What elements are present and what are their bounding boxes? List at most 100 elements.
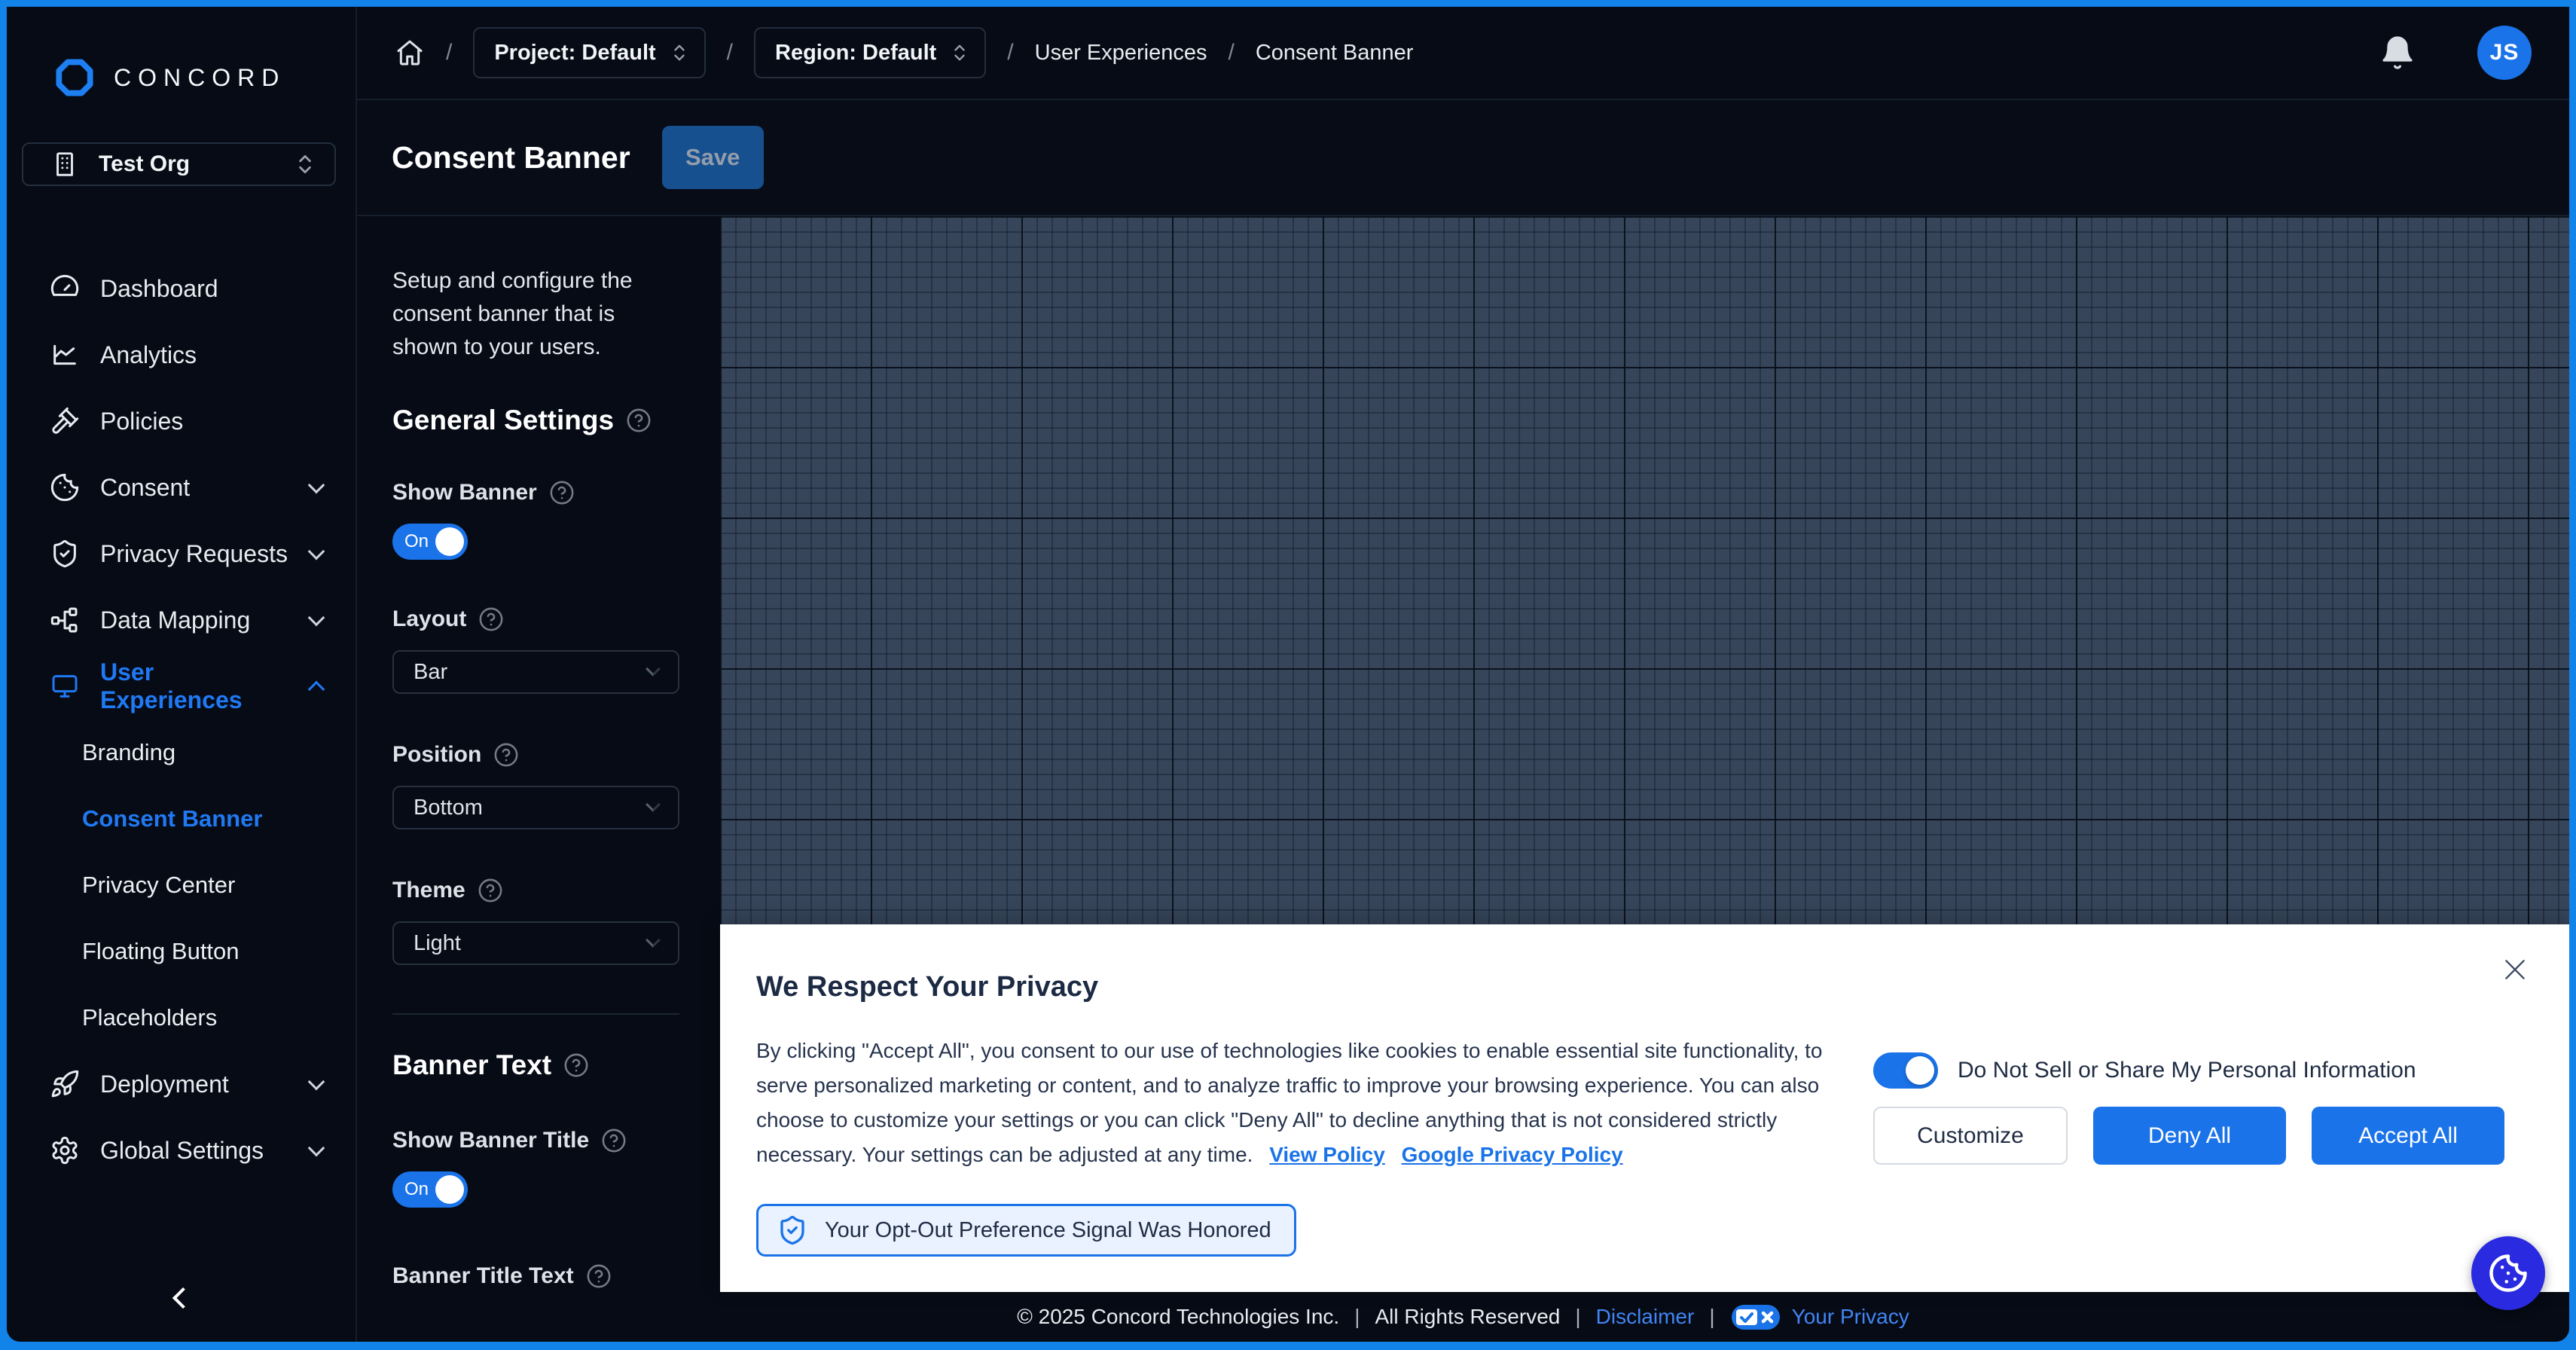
sidebar: CONCORD Test Org Dashboard Analytics <box>7 7 357 1342</box>
show-banner-toggle[interactable]: On <box>392 524 468 560</box>
gavel-icon <box>49 405 81 437</box>
sidebar-item-label: Deployment <box>100 1071 291 1098</box>
org-selector[interactable]: Test Org <box>22 142 336 186</box>
help-icon[interactable] <box>626 408 652 433</box>
breadcrumb-page: Consent Banner <box>1256 41 1414 66</box>
do-not-sell-toggle[interactable] <box>1873 1052 1938 1089</box>
sidebar-item-privacy-requests[interactable]: Privacy Requests <box>7 521 356 587</box>
help-icon[interactable] <box>563 1052 589 1078</box>
sidebar-item-label: Policies <box>100 408 322 435</box>
help-icon[interactable] <box>549 480 575 505</box>
chevron-down-icon <box>308 477 325 494</box>
toggle-state-label: On <box>404 1179 435 1200</box>
banner-text-title: Banner Text <box>392 1049 551 1081</box>
show-banner-label-text: Show Banner <box>392 480 537 505</box>
sidebar-item-policies[interactable]: Policies <box>7 388 356 454</box>
accept-all-button[interactable]: Accept All <box>2312 1107 2504 1165</box>
brand-logo: CONCORD <box>7 34 356 132</box>
sidebar-item-global-settings[interactable]: Global Settings <box>7 1117 356 1184</box>
sidebar-nav: Dashboard Analytics Policies Consent <box>7 255 356 1184</box>
user-experiences-subnav: Branding Consent Banner Privacy Center F… <box>7 719 356 1051</box>
help-icon[interactable] <box>586 1263 612 1289</box>
chevron-down-icon <box>308 1140 325 1157</box>
disclaimer-link[interactable]: Disclaimer <box>1596 1305 1695 1329</box>
layout-select-value: Bar <box>414 660 648 685</box>
user-avatar[interactable]: JS <box>2477 26 2532 80</box>
sidebar-item-data-mapping[interactable]: Data Mapping <box>7 587 356 653</box>
sidebar-item-label: Consent <box>100 474 291 502</box>
nodes-icon <box>49 604 81 636</box>
theme-select[interactable]: Light <box>392 921 679 965</box>
consent-banner-title: We Respect Your Privacy <box>756 971 1873 1003</box>
save-button[interactable]: Save <box>662 126 764 189</box>
topbar: / Project: Default / Region: Default / U… <box>357 7 2569 100</box>
sidebar-item-consent-banner[interactable]: Consent Banner <box>7 786 356 852</box>
position-select-value: Bottom <box>414 796 648 820</box>
help-icon[interactable] <box>493 742 519 768</box>
region-selector-label: Region: Default <box>775 41 936 66</box>
sidebar-item-label: Privacy Requests <box>100 540 291 568</box>
project-selector[interactable]: Project: Default <box>473 27 705 78</box>
help-icon[interactable] <box>478 606 504 632</box>
footer-separator: | <box>1570 1305 1585 1329</box>
breadcrumb-section[interactable]: User Experiences <box>1035 41 1207 66</box>
chevron-down-icon <box>308 1074 325 1091</box>
chevron-down-icon <box>646 933 661 948</box>
sidebar-item-user-experiences[interactable]: User Experiences <box>7 653 356 719</box>
sidebar-item-privacy-center[interactable]: Privacy Center <box>7 852 356 918</box>
project-selector-label: Project: Default <box>494 41 655 66</box>
region-selector[interactable]: Region: Default <box>754 27 986 78</box>
footer-rights: All Rights Reserved <box>1375 1305 1560 1329</box>
footer-separator: | <box>1350 1305 1364 1329</box>
banner-preview-area: We Respect Your Privacy By clicking "Acc… <box>720 216 2569 1292</box>
sidebar-item-placeholders[interactable]: Placeholders <box>7 985 356 1051</box>
concord-logo-icon <box>50 53 99 102</box>
deny-all-button[interactable]: Deny All <box>2093 1107 2286 1165</box>
help-icon[interactable] <box>478 878 503 903</box>
your-privacy-link[interactable]: Your Privacy <box>1792 1305 1909 1329</box>
show-banner-title-label: Show Banner Title <box>392 1128 679 1153</box>
opt-out-signal-badge[interactable]: Your Opt-Out Preference Signal Was Honor… <box>756 1204 1296 1257</box>
layout-select[interactable]: Bar <box>392 650 679 694</box>
sidebar-item-dashboard[interactable]: Dashboard <box>7 255 356 322</box>
sidebar-item-label: Analytics <box>100 341 322 369</box>
cookie-preferences-fab[interactable] <box>2471 1236 2545 1310</box>
breadcrumb-separator: / <box>443 40 455 66</box>
position-label-text: Position <box>392 742 481 768</box>
home-icon[interactable] <box>395 38 425 68</box>
banner-title-text-label-text: Banner Title Text <box>392 1263 574 1289</box>
footer: © 2025 Concord Technologies Inc. | All R… <box>357 1292 2569 1342</box>
banner-title-text-label: Banner Title Text <box>392 1263 679 1289</box>
notifications-bell-icon[interactable] <box>2379 35 2416 71</box>
google-privacy-policy-link[interactable]: Google Privacy Policy <box>1402 1143 1623 1166</box>
general-settings-title: General Settings <box>392 405 614 436</box>
layout-label: Layout <box>392 606 679 632</box>
sidebar-item-consent[interactable]: Consent <box>7 454 356 521</box>
privacy-options-icon <box>1732 1305 1780 1330</box>
position-label: Position <box>392 742 679 768</box>
sidebar-item-deployment[interactable]: Deployment <box>7 1051 356 1117</box>
theme-label-text: Theme <box>392 878 465 903</box>
sidebar-item-branding[interactable]: Branding <box>7 719 356 786</box>
cookie-icon <box>49 472 81 503</box>
sidebar-item-floating-button[interactable]: Floating Button <box>7 918 356 985</box>
content-area: Setup and configure the consent banner t… <box>357 216 2569 1292</box>
consent-banner-body: By clicking "Accept All", you consent to… <box>756 1034 1852 1172</box>
chevron-down-icon <box>308 543 325 560</box>
sidebar-collapse-button[interactable] <box>160 1275 206 1321</box>
chevron-left-icon <box>172 1287 194 1309</box>
sidebar-subitem-label: Privacy Center <box>82 872 322 899</box>
help-icon[interactable] <box>601 1128 627 1153</box>
position-select[interactable]: Bottom <box>392 786 679 829</box>
close-icon[interactable] <box>2500 954 2530 985</box>
cookie-icon <box>2488 1253 2529 1293</box>
sidebar-item-analytics[interactable]: Analytics <box>7 322 356 388</box>
sidebar-item-label: User Experiences <box>100 658 291 714</box>
brand-name: CONCORD <box>114 64 285 92</box>
show-banner-title-toggle[interactable]: On <box>392 1171 468 1208</box>
settings-panel: Setup and configure the consent banner t… <box>357 216 720 1292</box>
customize-button[interactable]: Customize <box>1873 1107 2068 1165</box>
select-arrows-icon <box>671 41 688 64</box>
view-policy-link[interactable]: View Policy <box>1269 1143 1385 1166</box>
main-area: / Project: Default / Region: Default / U… <box>357 7 2569 1342</box>
